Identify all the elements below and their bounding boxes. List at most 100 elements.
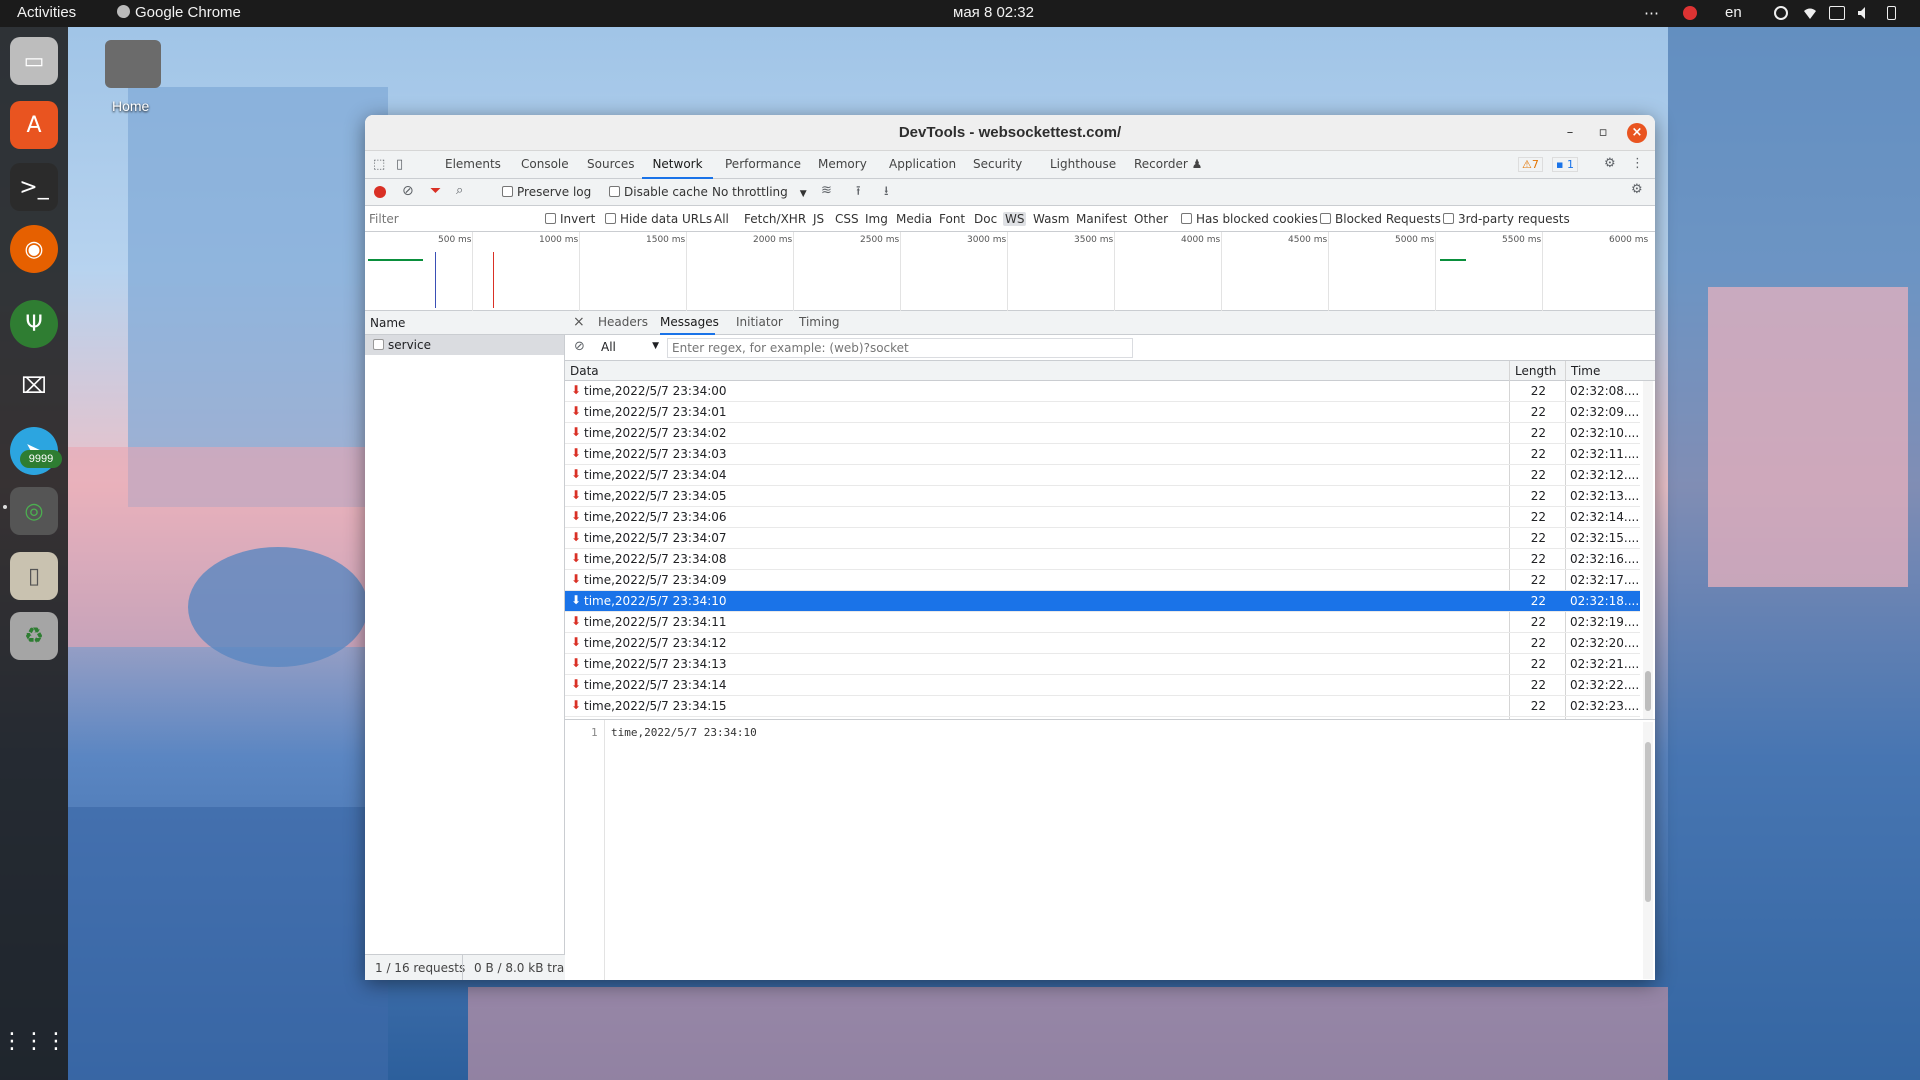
request-row[interactable]: service [365, 335, 564, 355]
filter-type-img[interactable]: Img [865, 212, 888, 226]
volume-icon[interactable] [1857, 6, 1871, 20]
clear-icon[interactable]: ⊘ [402, 183, 414, 199]
more-menu-icon[interactable]: ⋮ [1631, 156, 1644, 171]
message-row[interactable]: ⬇ time,2022/5/7 23:34:05 22 02:32:13.... [565, 486, 1640, 507]
message-row[interactable]: ⬇ time,2022/5/7 23:34:03 22 02:32:11.... [565, 444, 1640, 465]
filter-type-all[interactable]: All [714, 212, 729, 226]
record-button[interactable] [374, 186, 386, 198]
network-overview[interactable]: 500 ms 1000 ms 1500 ms 2000 ms 2500 ms 3… [365, 232, 1655, 311]
has-blocked-cookies-box[interactable] [1181, 213, 1192, 224]
third-party-checkbox[interactable]: 3rd-party requests [1443, 212, 1570, 226]
settings-gear-icon[interactable]: ⚙ [1604, 156, 1616, 171]
message-row[interactable]: ⬇ time,2022/5/7 23:34:07 22 02:32:15.... [565, 528, 1640, 549]
message-regex-input[interactable] [667, 338, 1133, 358]
language-indicator[interactable]: en [1725, 4, 1742, 21]
dock-archive[interactable]: ▯ [10, 552, 58, 600]
tab-console[interactable]: Console [519, 151, 571, 179]
third-party-box[interactable] [1443, 213, 1454, 224]
tab-network[interactable]: Network [642, 151, 713, 179]
filter-type-wasm[interactable]: Wasm [1033, 212, 1069, 226]
message-row[interactable]: ⬇ time,2022/5/7 23:34:02 22 02:32:10.... [565, 423, 1640, 444]
dock-trash[interactable]: ♻ [10, 612, 58, 660]
power-icon[interactable] [1887, 6, 1896, 20]
message-row[interactable]: ⬇ time,2022/5/7 23:34:10 22 02:32:18.... [565, 591, 1640, 612]
tab-initiator[interactable]: Initiator [736, 311, 783, 335]
message-row[interactable]: ⬇ time,2022/5/7 23:34:00 22 02:32:08.... [565, 381, 1640, 402]
dock-screenshot[interactable]: ⌧ [10, 362, 58, 410]
show-apps-button[interactable]: ⋮⋮⋮ [1, 1017, 67, 1065]
filter-type-media[interactable]: Media [896, 212, 932, 226]
dock-software[interactable]: A [10, 101, 58, 149]
filter-type-css[interactable]: CSS [835, 212, 859, 226]
brightness-icon[interactable] [1774, 6, 1788, 20]
status-app-icon[interactable] [1683, 6, 1697, 20]
tab-elements[interactable]: Elements [443, 151, 503, 179]
home-folder-icon[interactable] [105, 40, 161, 88]
hide-data-urls-box[interactable] [605, 213, 616, 224]
message-row[interactable]: ⬇ time,2022/5/7 23:34:08 22 02:32:16.... [565, 549, 1640, 570]
close-button[interactable]: × [1627, 123, 1647, 143]
network-conditions-icon[interactable]: ≋ [821, 183, 832, 198]
scrollbar-thumb[interactable] [1645, 742, 1651, 902]
message-row[interactable]: ⬇ time,2022/5/7 23:34:14 22 02:32:22.... [565, 675, 1640, 696]
filter-type-ws[interactable]: WS [1003, 212, 1027, 226]
message-row[interactable]: ⬇ time,2022/5/7 23:34:13 22 02:32:21.... [565, 654, 1640, 675]
filter-input[interactable] [369, 210, 539, 228]
preview-text[interactable]: time,2022/5/7 23:34:10 [611, 726, 757, 739]
warnings-badge[interactable]: ⚠7 [1518, 157, 1543, 172]
tab-lighthouse[interactable]: Lighthouse [1048, 151, 1118, 179]
tab-security[interactable]: Security [971, 151, 1024, 179]
disable-cache-box[interactable] [609, 186, 620, 197]
activities-button[interactable]: Activities [17, 4, 76, 21]
preserve-log-checkbox[interactable]: Preserve log [502, 185, 591, 199]
hide-data-urls-checkbox[interactable]: Hide data URLs [605, 212, 712, 226]
name-column-header[interactable]: Name [365, 311, 565, 335]
disable-cache-checkbox[interactable]: Disable cache [609, 185, 708, 199]
message-row[interactable]: ⬇ time,2022/5/7 23:34:06 22 02:32:14.... [565, 507, 1640, 528]
scrollbar-thumb[interactable] [1645, 671, 1651, 711]
vpn-icon[interactable] [1829, 6, 1845, 20]
overflow-indicator[interactable]: ⋯ [1644, 4, 1659, 22]
message-row[interactable]: ⬇ time,2022/5/7 23:34:01 22 02:32:09.... [565, 402, 1640, 423]
tab-memory[interactable]: Memory [816, 151, 869, 179]
filter-type-fetch-xhr[interactable]: Fetch/XHR [744, 212, 806, 226]
blocked-requests-checkbox[interactable]: Blocked Requests [1320, 212, 1441, 226]
export-har-icon[interactable]: ⭳ [884, 182, 889, 204]
app-menu[interactable]: Google Chrome [117, 4, 241, 21]
clock[interactable]: мая 8 02:32 [953, 4, 1034, 21]
message-row[interactable]: ⬇ time,2022/5/7 23:34:11 22 02:32:19.... [565, 612, 1640, 633]
filter-type-font[interactable]: Font [939, 212, 965, 226]
filter-type-manifest[interactable]: Manifest [1076, 212, 1127, 226]
blocked-requests-box[interactable] [1320, 213, 1331, 224]
filter-type-doc[interactable]: Doc [974, 212, 997, 226]
tab-messages[interactable]: Messages [660, 311, 719, 335]
message-type-select[interactable]: All ▼ [601, 340, 659, 354]
invert-checkbox[interactable]: Invert [545, 212, 595, 226]
device-toggle-icon[interactable]: ▯ [396, 157, 403, 172]
tab-headers[interactable]: Headers [598, 311, 648, 335]
tab-timing[interactable]: Timing [799, 311, 840, 335]
data-column-header[interactable]: Data [570, 364, 599, 378]
messages-scrollbar[interactable] [1643, 381, 1653, 719]
time-column-header[interactable]: Time [1571, 364, 1600, 378]
tab-application[interactable]: Application [887, 151, 958, 179]
close-detail-icon[interactable]: × [573, 311, 585, 335]
throttling-select[interactable]: No throttling ▼ [712, 185, 807, 199]
dock-chrome[interactable]: ◎ [10, 487, 58, 535]
has-blocked-cookies-checkbox[interactable]: Has blocked cookies [1181, 212, 1318, 226]
filter-type-other[interactable]: Other [1134, 212, 1168, 226]
dock-app-green[interactable]: Ψ [10, 300, 58, 348]
tab-recorder[interactable]: Recorder ♟ [1132, 151, 1204, 179]
preview-scrollbar[interactable] [1643, 722, 1653, 979]
messages-badge[interactable]: ▪ 1 [1552, 157, 1578, 172]
message-row[interactable]: ⬇ time,2022/5/7 23:34:09 22 02:32:17.... [565, 570, 1640, 591]
network-settings-gear-icon[interactable]: ⚙ [1631, 182, 1643, 197]
title-bar[interactable]: DevTools - websockettest.com/ – ▫ × [365, 115, 1655, 151]
inspect-icon[interactable]: ⬚ [373, 157, 385, 172]
search-icon[interactable]: ⌕ [456, 183, 463, 198]
filter-type-js[interactable]: JS [813, 212, 824, 226]
length-column-header[interactable]: Length [1515, 364, 1556, 378]
dock-firefox[interactable]: ◉ [10, 225, 58, 273]
filter-icon[interactable]: ⏷ [430, 183, 441, 199]
import-har-icon[interactable]: ⭱ [856, 182, 861, 204]
